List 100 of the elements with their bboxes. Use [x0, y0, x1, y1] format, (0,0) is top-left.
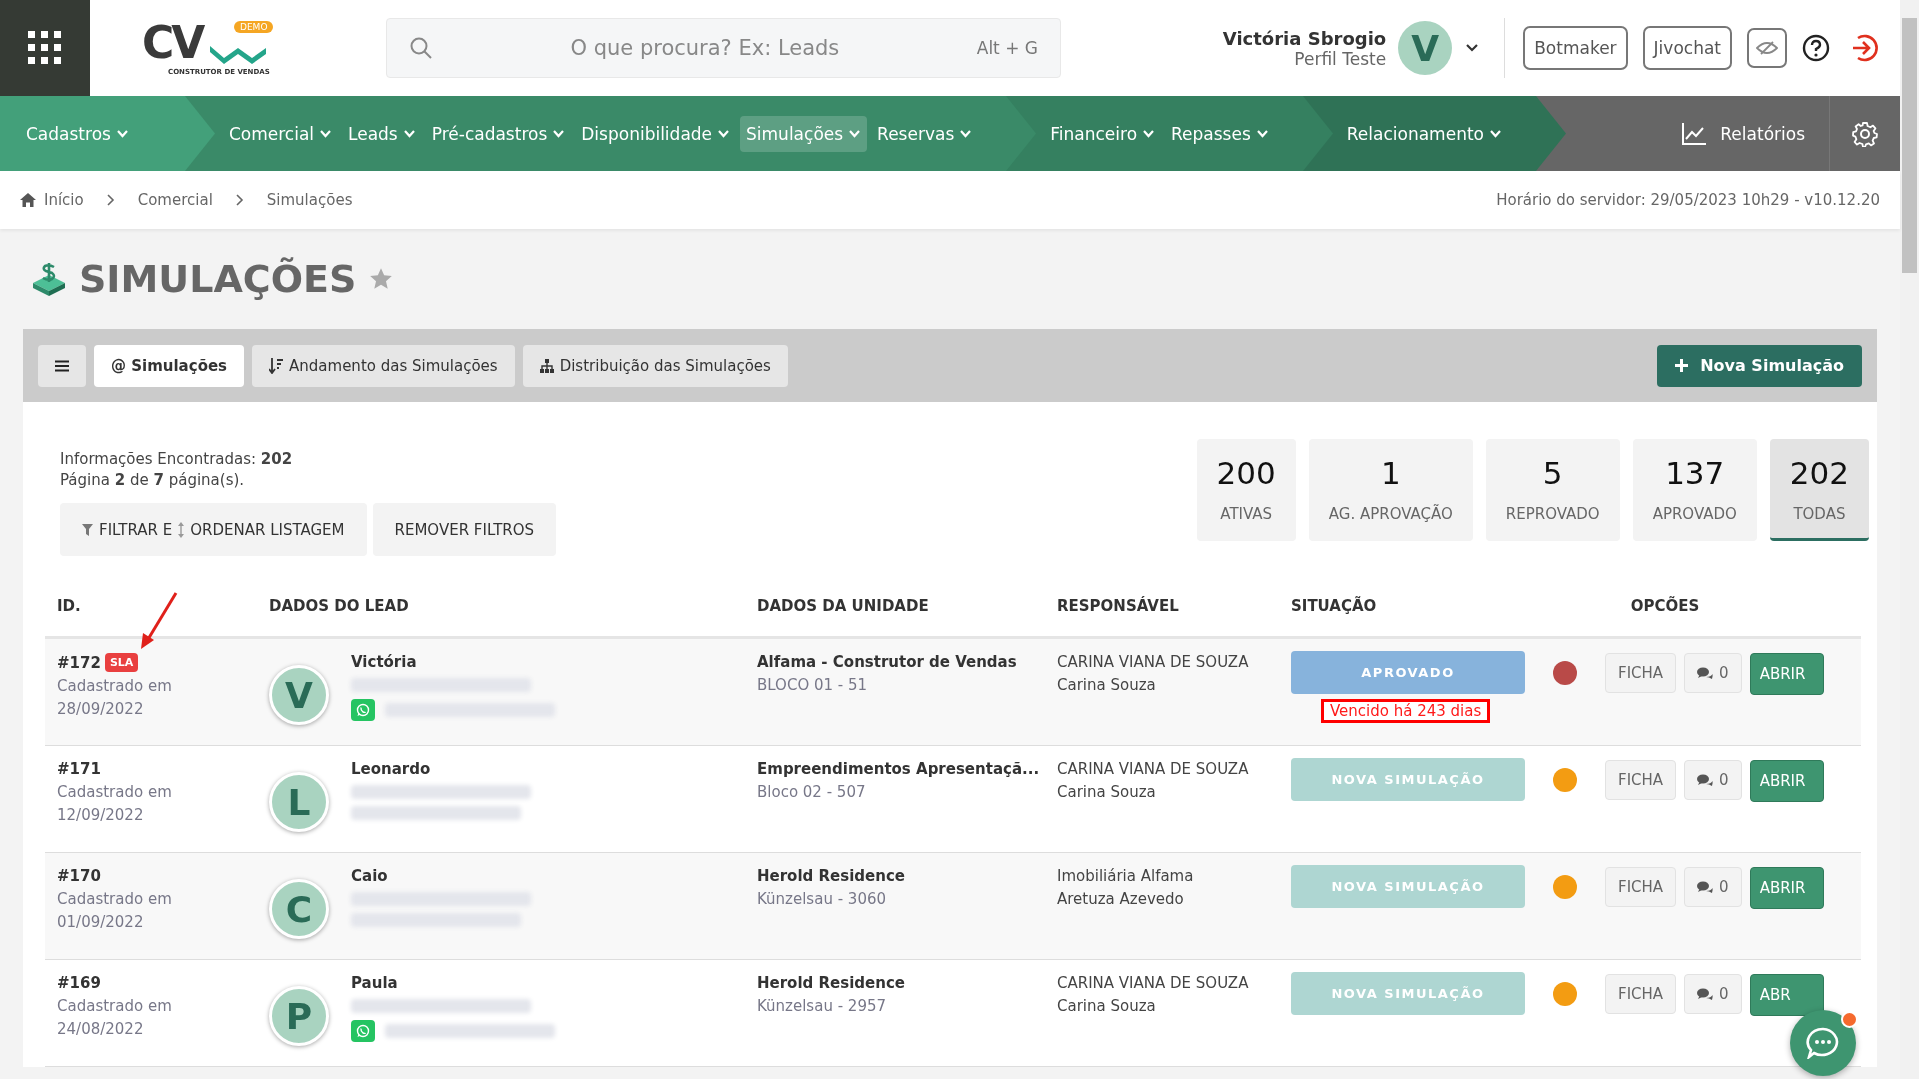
plus-icon — [1675, 359, 1689, 372]
status-label: NOVA SIMULAÇÃO — [1291, 972, 1525, 1015]
registered-label: Cadastrado em — [57, 783, 173, 801]
logout-icon[interactable] — [1850, 33, 1880, 63]
reports-link[interactable]: Relatórios — [1658, 122, 1829, 145]
column-header: DADOS DA UNIDADE — [757, 597, 930, 615]
settings-icon[interactable] — [1852, 120, 1878, 147]
user-profile: Perfil Teste — [1294, 48, 1387, 69]
record-button[interactable]: FICHA — [1605, 974, 1677, 1014]
money-box-icon — [31, 261, 67, 297]
unit-name: Empreendimentos Apresentaçã... — [757, 760, 1041, 778]
tab[interactable]: Distribuição das Simulações — [522, 344, 788, 387]
record-button[interactable]: FICHA — [1605, 760, 1677, 800]
registered-date: 01/09/2022 — [57, 913, 145, 931]
sla-tag: SLA — [104, 653, 139, 672]
menu-icon — [55, 359, 69, 372]
filter-sort-button[interactable]: FILTRAR E ORDENAR LISTAGEM — [60, 503, 367, 556]
unit-detail: Künzelsau - 2957 — [757, 997, 887, 1015]
chevron-right-icon — [234, 194, 245, 206]
status-label: NOVA SIMULAÇÃO — [1291, 758, 1525, 801]
unit-detail: BLOCO 01 - 51 — [757, 676, 869, 694]
status-filter-tile[interactable]: 137 APROVADO — [1632, 439, 1757, 541]
status-filter-tile[interactable]: 5 REPROVADO — [1485, 439, 1620, 541]
integration-button[interactable]: Botmaker — [1523, 26, 1628, 70]
open-button[interactable]: ABRIR — [1749, 760, 1824, 802]
breadcrumb-link[interactable]: Início — [44, 191, 84, 209]
responsible-agent: Carina Souza — [1057, 676, 1157, 694]
search-bar[interactable]: O que procura? Ex: Leads Alt + G — [386, 18, 1061, 78]
nav-menu-item[interactable]: Pré-cadastros — [425, 115, 572, 152]
nav-menu-item[interactable]: Financeiro — [1044, 115, 1162, 152]
user-avatar[interactable]: V — [1398, 21, 1453, 75]
status-filter-tile[interactable]: 1 AG. APROVAÇÃO — [1308, 439, 1473, 541]
comments-button[interactable]: 0 — [1684, 974, 1742, 1014]
simulation-id: #169 — [57, 974, 101, 992]
unit-name: Herold Residence — [757, 867, 906, 885]
lead-name: Caio — [351, 867, 389, 885]
tab[interactable]: @ Simulações — [94, 344, 245, 387]
integration-button[interactable]: Jivochat — [1642, 26, 1732, 70]
registered-date: 12/09/2022 — [57, 806, 145, 824]
lead-avatar: C — [269, 879, 329, 939]
funnel-icon — [82, 523, 93, 536]
column-header: RESPONSÁVEL — [1057, 597, 1180, 615]
registered-label: Cadastrado em — [57, 997, 173, 1015]
lead-name: Paula — [351, 974, 399, 992]
nav-menu-item[interactable]: Leads — [342, 115, 422, 152]
chat-bubble-icon — [1806, 1027, 1840, 1059]
search-input[interactable]: O que procura? Ex: Leads — [445, 35, 965, 61]
page-title: SIMULAÇÕES — [79, 257, 357, 301]
nav-menu-item[interactable]: Reservas — [871, 115, 979, 152]
search-icon — [409, 36, 433, 60]
registered-label: Cadastrado em — [57, 890, 173, 908]
apps-menu-button[interactable] — [0, 0, 90, 96]
home-icon — [20, 193, 36, 207]
lead-avatar: L — [269, 772, 329, 832]
column-header: DADOS DO LEAD — [269, 597, 410, 615]
shortcut-hint: Alt + G — [976, 38, 1038, 58]
open-button[interactable]: ABRIR — [1749, 867, 1824, 909]
breadcrumb-link[interactable]: Simulações — [266, 191, 353, 209]
lead-name: Victória — [351, 653, 418, 671]
tab[interactable]: Andamento das Simulações — [252, 344, 515, 387]
comments-icon — [1697, 987, 1714, 1001]
results-count: Informações Encontradas: 202 — [60, 450, 294, 468]
nav-menu-item[interactable]: Repasses — [1165, 115, 1275, 152]
remove-filters-button[interactable]: REMOVER FILTROS — [372, 503, 557, 556]
nav-menu-item[interactable]: Simulações — [740, 115, 868, 152]
sitemap-icon — [539, 358, 554, 373]
status-label: NOVA SIMULAÇÃO — [1291, 865, 1525, 908]
unit-name: Herold Residence — [757, 974, 906, 992]
new-simulation-button[interactable]: Nova Simulação — [1657, 344, 1862, 387]
status-filter-tile[interactable]: 200 ATIVAS — [1196, 439, 1296, 541]
record-button[interactable]: FICHA — [1605, 867, 1677, 907]
registered-date: 28/09/2022 — [57, 700, 145, 718]
column-header: OPCÕES — [1629, 597, 1701, 615]
lead-name: Leonardo — [351, 760, 432, 778]
status-filter-tile[interactable]: 202 TODAS — [1769, 439, 1869, 541]
help-icon[interactable] — [1802, 34, 1830, 62]
comments-button[interactable]: 0 — [1684, 760, 1742, 800]
visibility-button[interactable] — [1747, 28, 1787, 68]
eye-slash-icon — [1756, 40, 1778, 56]
breadcrumb-link[interactable]: Comercial — [137, 191, 213, 209]
pagination-info: Página 2 de 7 página(s). — [60, 471, 246, 489]
comments-button[interactable]: 0 — [1684, 867, 1742, 907]
lead-avatar: P — [269, 986, 329, 1046]
user-name: Victória Sbrogio — [1222, 27, 1387, 49]
server-time: Horário do servidor: 29/05/2023 10h29 - v10.12.20 — [1496, 191, 1880, 209]
annotation-arrow — [139, 591, 179, 651]
open-button[interactable]: ABRIR — [1749, 653, 1824, 695]
line-chart-icon — [1682, 122, 1707, 145]
record-button[interactable]: FICHA — [1605, 653, 1677, 693]
nav-menu-item[interactable]: Comercial — [222, 115, 339, 152]
column-header: SITUAÇÃO — [1291, 597, 1378, 615]
nav-menu-item[interactable]: Disponibilidade — [575, 115, 737, 152]
comments-icon — [1697, 666, 1714, 680]
comments-button[interactable]: 0 — [1684, 653, 1742, 693]
logo-badge: DEMO — [234, 21, 274, 33]
responsible-company: CARINA VIANA DE SOUZA — [1057, 653, 1250, 671]
grid-icon — [28, 31, 62, 65]
menu-button[interactable] — [38, 344, 86, 387]
responsible-agent: Carina Souza — [1057, 783, 1157, 801]
open-button[interactable]: ABR — [1749, 974, 1824, 1016]
